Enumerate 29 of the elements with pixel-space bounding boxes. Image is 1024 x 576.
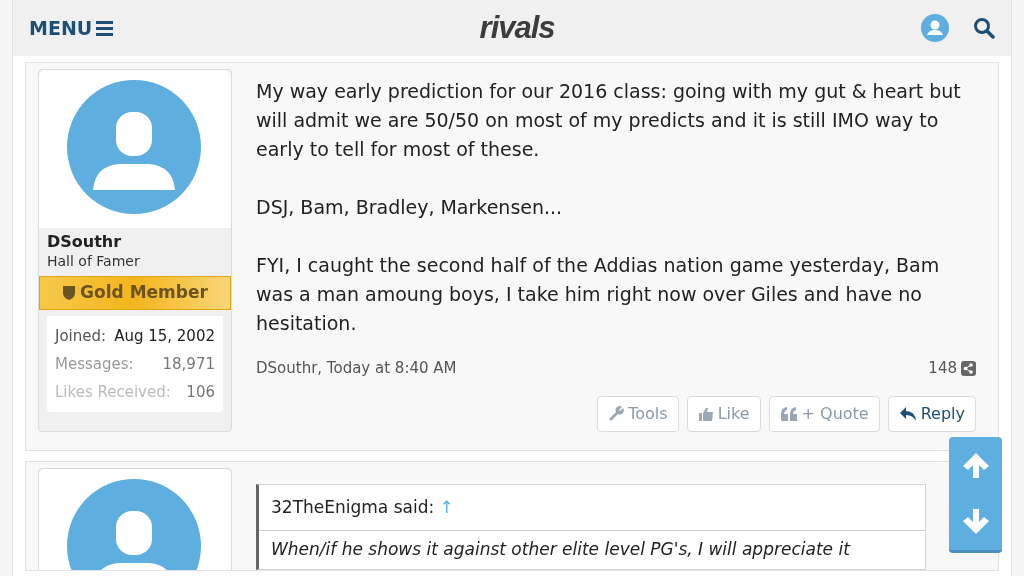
thumbs-up-icon bbox=[697, 405, 714, 422]
reply-button[interactable]: Reply bbox=[887, 395, 976, 432]
quote-text: When/if he shows it against other elite level PG's, I will appreciate it bbox=[270, 538, 852, 561]
member-badge: Gold Member bbox=[39, 276, 231, 310]
avatar-icon bbox=[67, 80, 201, 214]
share-icon bbox=[961, 360, 976, 376]
message-text: My way early prediction for our 2016 class: going with my gut & heart but will admit we are 50/50 on most of my predicts and it is still IMO way to early to tell for most of these. bbox=[256, 79, 962, 162]
stat-value: Aug 15, 2002 bbox=[114, 325, 215, 347]
user-title: Hall of Famer bbox=[47, 252, 141, 272]
quote-author: 32TheEnigma said: bbox=[271, 496, 436, 517]
stat-value: 106 bbox=[186, 381, 215, 403]
post-number-link[interactable]: 148 bbox=[928, 357, 976, 380]
reply-icon bbox=[898, 405, 917, 422]
search-icon[interactable] bbox=[973, 17, 995, 39]
menu-button[interactable]: MENU bbox=[29, 13, 114, 43]
stat-label: Likes Received: bbox=[55, 381, 171, 403]
shield-icon bbox=[62, 284, 77, 301]
quote-icon bbox=[779, 405, 798, 422]
username[interactable]: DSouthr bbox=[47, 232, 223, 252]
stat-label: Messages: bbox=[55, 353, 134, 375]
site-logo[interactable]: rivals bbox=[479, 4, 555, 52]
account-icon[interactable] bbox=[921, 14, 949, 42]
wrench-icon bbox=[608, 405, 625, 422]
message-text: FYI, I caught the second half of the Addias nation game yesterday, Bam was a man amoung boys, I take him right now over Giles and have no hesitation. bbox=[256, 253, 941, 336]
message-text: DSJ, Bam, Bradley, Markensen... bbox=[256, 195, 564, 220]
stat-value: 18,971 bbox=[162, 353, 215, 375]
menu-icon bbox=[96, 20, 114, 36]
post-meta: DSouthr, Today at 8:40 AM bbox=[256, 358, 457, 379]
stat-label: Joined: bbox=[55, 325, 107, 347]
